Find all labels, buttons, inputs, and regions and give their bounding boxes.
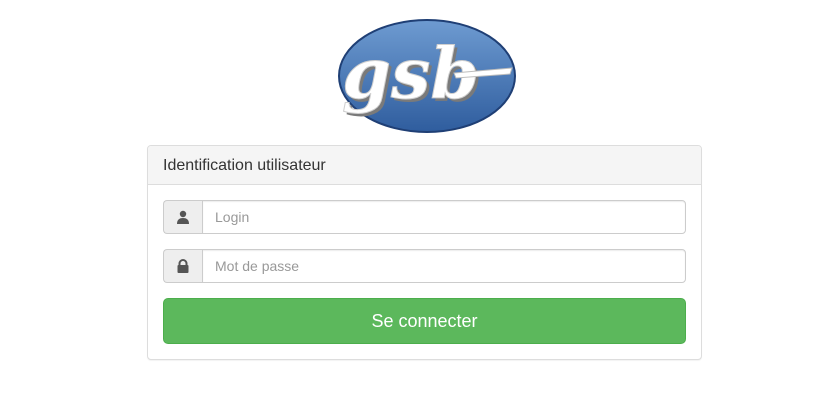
login-form: Se connecter <box>148 185 701 359</box>
password-group <box>163 249 686 283</box>
login-group <box>163 200 686 234</box>
lock-icon <box>163 249 202 283</box>
login-input[interactable] <box>202 200 686 234</box>
user-icon <box>163 200 202 234</box>
login-panel: Identification utilisateur Se connecter <box>147 145 702 360</box>
password-input[interactable] <box>202 249 686 283</box>
login-button[interactable]: Se connecter <box>163 298 686 344</box>
panel-title: Identification utilisateur <box>148 146 701 185</box>
gsb-logo: gsb gsb <box>334 18 516 134</box>
